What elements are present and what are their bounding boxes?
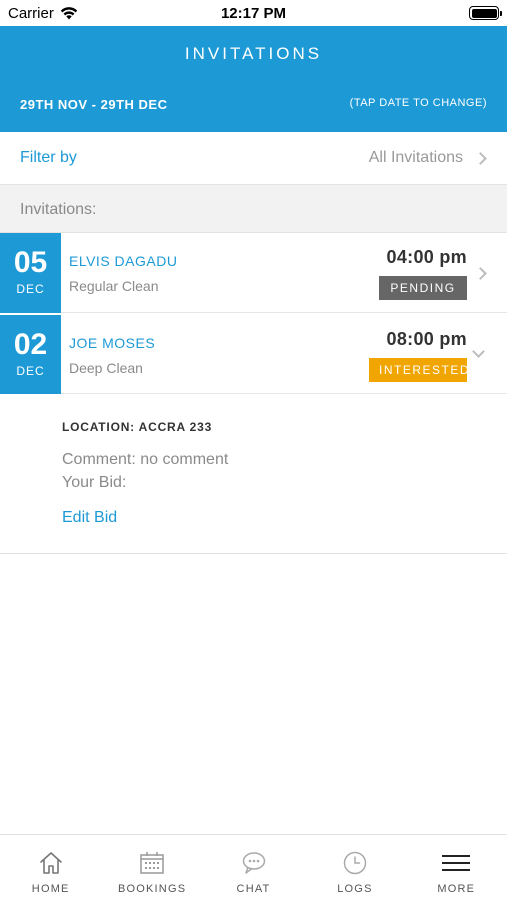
tab-chat[interactable]: CHAT bbox=[203, 835, 304, 900]
filter-value: All Invitations bbox=[368, 149, 463, 166]
tab-home[interactable]: HOME bbox=[0, 835, 101, 900]
location-text: LOCATION: ACCRA 233 bbox=[62, 420, 213, 434]
tab-label: CHAT bbox=[236, 883, 271, 895]
chevron-right-icon bbox=[474, 267, 487, 280]
service-type: Regular Clean bbox=[69, 278, 159, 294]
status-bar: Carrier 12:17 PM bbox=[0, 0, 507, 26]
status-badge: PENDING bbox=[379, 276, 467, 300]
date-month: DEC bbox=[16, 282, 45, 296]
tab-label: MORE bbox=[437, 883, 476, 895]
tab-label: BOOKINGS bbox=[117, 883, 187, 895]
battery-icon bbox=[469, 6, 502, 20]
section-header: Invitations: bbox=[0, 185, 507, 233]
tab-logs[interactable]: LOGS bbox=[304, 835, 405, 900]
invitation-row[interactable]: 02 DEC JOE MOSES Deep Clean 08:00 pm INT… bbox=[0, 315, 507, 394]
section-title: Invitations: bbox=[20, 201, 97, 218]
date-hint[interactable]: (TAP DATE TO CHANGE) bbox=[350, 97, 487, 109]
date-box: 02 DEC bbox=[0, 315, 61, 394]
tab-bar: HOME BOOKINGS CHAT LOGS MORE bbox=[0, 834, 507, 900]
chat-icon bbox=[242, 852, 265, 874]
calendar-icon bbox=[140, 852, 164, 874]
tab-label: LOGS bbox=[337, 883, 373, 895]
invitation-row[interactable]: 05 DEC ELVIS DAGADU Regular Clean 04:00 … bbox=[0, 233, 507, 313]
chevron-right-icon bbox=[474, 152, 487, 165]
tab-bookings[interactable]: BOOKINGS bbox=[101, 835, 202, 900]
status-time: 12:17 PM bbox=[220, 5, 287, 22]
date-range[interactable]: 29TH NOV - 29TH DEC bbox=[20, 97, 167, 112]
invitation-time: 08:00 pm bbox=[386, 329, 467, 349]
date-month: DEC bbox=[16, 364, 45, 378]
comment-text: Comment: no comment bbox=[62, 451, 229, 468]
tab-label: HOME bbox=[31, 883, 70, 895]
client-name: ELVIS DAGADU bbox=[69, 253, 178, 269]
invitation-detail: LOCATION: ACCRA 233 Comment: no comment … bbox=[0, 394, 507, 554]
page-title: INVITATIONS bbox=[184, 44, 323, 63]
service-type: Deep Clean bbox=[69, 360, 143, 376]
status-badge: INTERESTED bbox=[369, 358, 469, 382]
filter-row[interactable]: Filter by All Invitations bbox=[0, 132, 507, 185]
date-box: 05 DEC bbox=[0, 233, 61, 313]
date-day: 05 bbox=[13, 246, 48, 279]
filter-label: Filter by bbox=[20, 149, 77, 166]
clock-icon bbox=[343, 851, 367, 875]
home-icon bbox=[39, 852, 62, 874]
bid-text: Your Bid: bbox=[62, 474, 127, 491]
date-day: 02 bbox=[13, 328, 48, 361]
edit-bid-link[interactable]: Edit Bid bbox=[62, 509, 117, 527]
header: INVITATIONS 29TH NOV - 29TH DEC (TAP DAT… bbox=[0, 26, 507, 132]
tab-more[interactable]: MORE bbox=[406, 835, 507, 900]
chevron-down-icon[interactable] bbox=[472, 345, 485, 358]
menu-icon bbox=[442, 855, 471, 871]
invitation-time: 04:00 pm bbox=[386, 247, 467, 267]
client-name: JOE MOSES bbox=[69, 335, 156, 351]
